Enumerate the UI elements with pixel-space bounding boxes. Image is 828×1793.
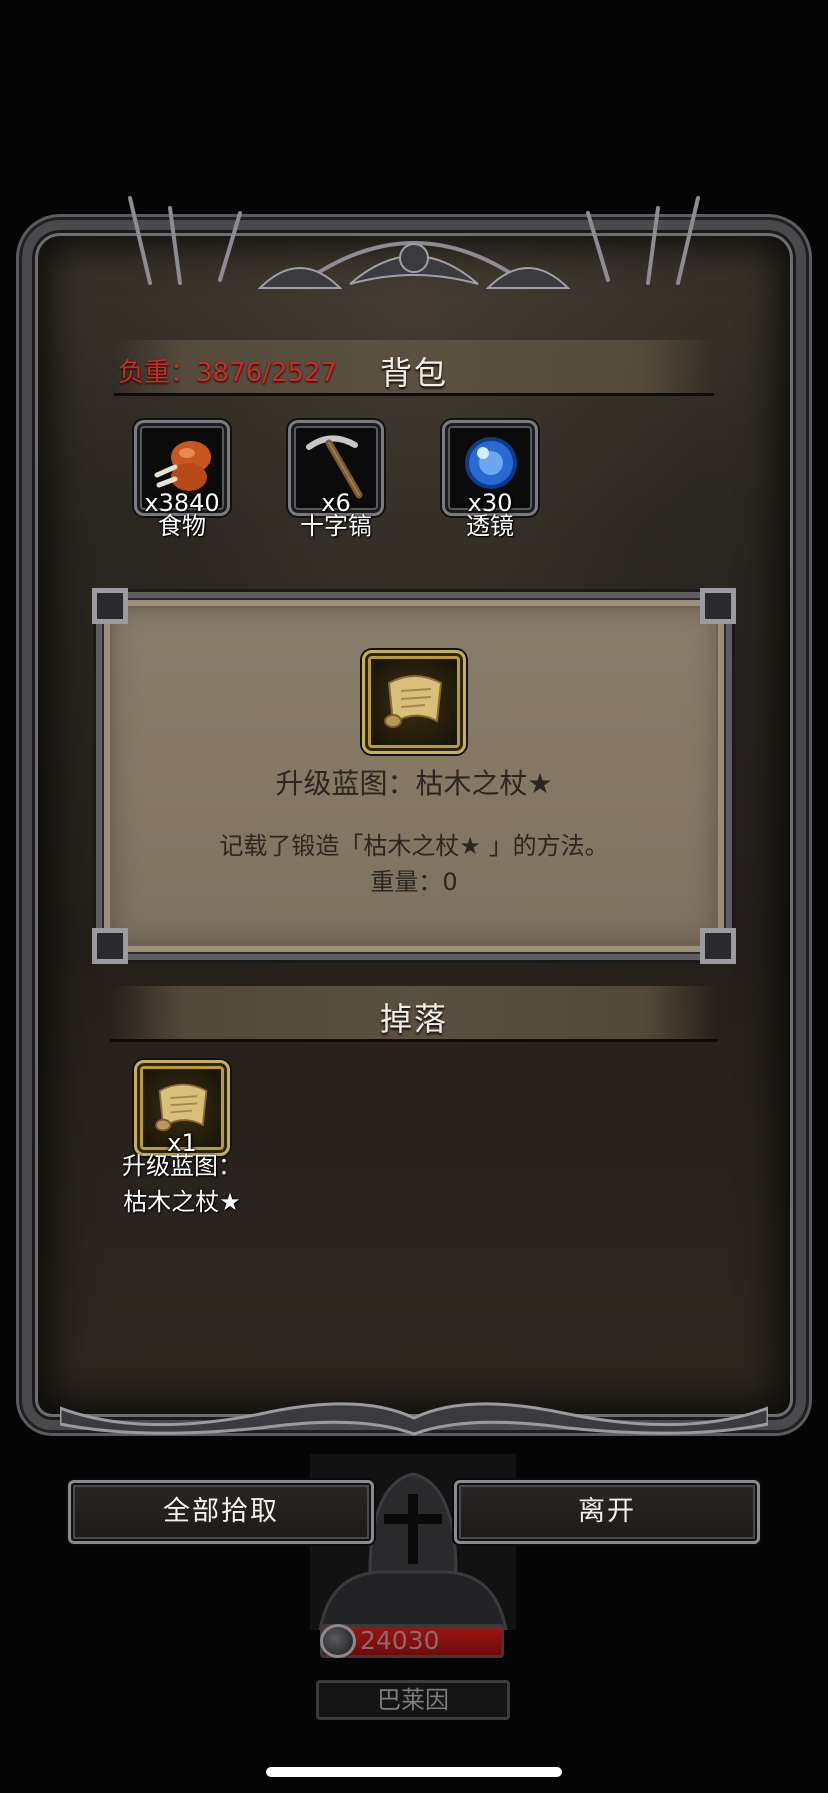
scroll-icon bbox=[384, 675, 443, 728]
leave-button[interactable]: 离开 bbox=[454, 1480, 760, 1544]
detail-item-description: 记载了锻造「枯木之杖★ 」的方法。 bbox=[219, 832, 609, 860]
panel-corner bbox=[92, 588, 128, 624]
carry-weight-label: 负重：3876/2527 bbox=[118, 358, 338, 388]
loot-slot-blueprint[interactable]: x1 bbox=[134, 1060, 230, 1157]
panel-corner bbox=[700, 928, 736, 964]
hero-name-plate[interactable]: 巴莱因 bbox=[316, 1680, 510, 1720]
item-name: 透镜 bbox=[466, 512, 514, 540]
hero-power-value: 24030 bbox=[360, 1626, 440, 1655]
home-indicator[interactable] bbox=[266, 1767, 562, 1777]
take-all-button[interactable]: 全部拾取 bbox=[68, 1480, 374, 1544]
power-orb-icon bbox=[320, 1624, 356, 1658]
backpack-slot-pickaxe[interactable]: x6 bbox=[288, 420, 384, 517]
item-name: 十字镐 bbox=[300, 512, 372, 540]
detail-item-slot bbox=[362, 650, 466, 754]
loot-title: 掉落 bbox=[379, 1000, 448, 1038]
panel-corner bbox=[92, 928, 128, 964]
frame-crest-ornament bbox=[128, 196, 700, 289]
backpack-slot-food[interactable]: x3840 bbox=[134, 420, 230, 517]
detail-item-title: 升级蓝图：枯木之杖★ bbox=[275, 767, 553, 800]
backpack-slot-lens[interactable]: x30 bbox=[442, 420, 538, 517]
frame-bottom-ornament bbox=[60, 1402, 768, 1436]
loot-item-name-line1: 升级蓝图： bbox=[122, 1152, 242, 1180]
panel-corner bbox=[700, 588, 736, 624]
loot-item-name-line2: 枯木之杖★ bbox=[123, 1188, 241, 1216]
item-name: 食物 bbox=[158, 512, 206, 540]
detail-item-weight: 重量：0 bbox=[370, 868, 458, 896]
loot-header: 掉落 bbox=[110, 986, 718, 1042]
